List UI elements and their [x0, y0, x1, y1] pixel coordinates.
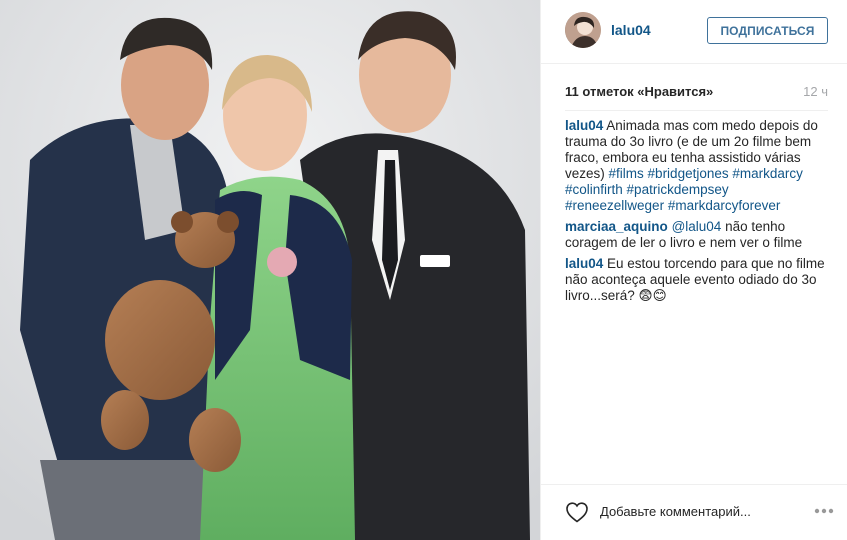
post-footer — [541, 484, 847, 540]
mention-link[interactable]: @lalu04 — [672, 219, 722, 234]
avatar-icon — [565, 12, 601, 48]
hashtag-link[interactable]: #patrickdempsey — [627, 182, 729, 197]
post-timestamp[interactable]: 12 ч — [803, 84, 828, 99]
follow-button[interactable]: ПОДПИСАТЬСЯ — [707, 17, 828, 44]
post-photo-illustration — [0, 0, 540, 540]
comment-username[interactable]: marciaa_aquino — [565, 219, 668, 234]
more-options-icon — [814, 508, 834, 514]
hashtag-link[interactable]: #bridgetjones — [648, 166, 729, 181]
profile-avatar[interactable] — [565, 12, 601, 48]
comment-item: lalu04 Eu estou torcendo para que no fil… — [565, 256, 831, 304]
post-side-panel: lalu04 ПОДПИСАТЬСЯ 11 отметок «Нравится»… — [540, 0, 847, 540]
likes-row: 11 отметок «Нравится» 12 ч — [565, 84, 828, 102]
likes-count[interactable]: 11 отметок «Нравится» — [565, 84, 713, 99]
heart-outline-icon[interactable] — [565, 501, 589, 523]
hashtag-link[interactable]: #markdarcyforever — [668, 198, 781, 213]
comments-list: lalu04 Animada mas com medo depois do tr… — [565, 118, 831, 309]
comment-item: marciaa_aquino @lalu04 não tenho coragem… — [565, 219, 831, 251]
divider — [565, 110, 828, 111]
comment-username[interactable]: lalu04 — [565, 256, 603, 271]
post-header: lalu04 ПОДПИСАТЬСЯ — [541, 0, 847, 64]
hashtag-link[interactable]: #colinfirth — [565, 182, 623, 197]
hashtag-link[interactable]: #films — [609, 166, 644, 181]
more-options-button[interactable] — [810, 497, 838, 525]
add-comment-input[interactable] — [600, 499, 800, 523]
hashtag-link[interactable]: #markdarcy — [732, 166, 803, 181]
post-author-username[interactable]: lalu04 — [611, 22, 651, 38]
hashtag-link[interactable]: #reneezellweger — [565, 198, 664, 213]
comment-item: lalu04 Animada mas com medo depois do tr… — [565, 118, 831, 214]
comment-text: Eu estou torcendo para que no filme não … — [565, 256, 825, 303]
post-photo[interactable] — [0, 0, 540, 540]
comment-username[interactable]: lalu04 — [565, 118, 603, 133]
